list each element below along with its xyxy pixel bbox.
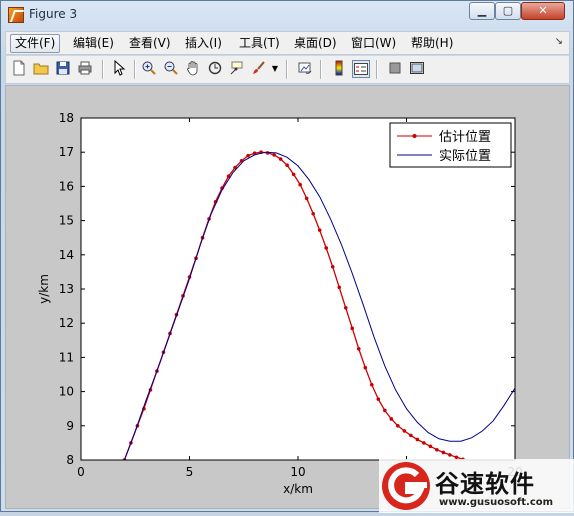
open-folder-icon[interactable] — [32, 60, 50, 78]
series-point — [435, 447, 439, 452]
series-point — [448, 453, 452, 457]
series-point — [441, 450, 446, 455]
colorbar-icon[interactable] — [330, 60, 348, 78]
plot-area — [81, 118, 515, 460]
series-point — [363, 365, 368, 370]
series-point — [285, 163, 289, 167]
toolbar-separator — [134, 60, 136, 79]
y-tick-label: 10 — [59, 385, 74, 399]
print-icon[interactable] — [76, 60, 94, 78]
save-icon[interactable] — [54, 60, 72, 78]
series-point — [291, 172, 296, 177]
series-point — [278, 157, 283, 161]
menu-tools[interactable]: 工具(T) — [235, 35, 284, 52]
close-button[interactable]: ✕ — [521, 2, 565, 20]
series-point — [389, 417, 394, 421]
menu-help[interactable]: 帮助(H) — [407, 35, 457, 52]
legend-entry: 估计位置 — [439, 130, 491, 145]
series-point — [422, 441, 426, 445]
y-tick-label: 18 — [59, 111, 74, 125]
x-tick-label: 5 — [186, 465, 194, 479]
y-tick-label: 14 — [59, 248, 74, 262]
series-point — [415, 437, 420, 442]
y-tick-label: 17 — [59, 145, 74, 159]
menu-view[interactable]: 查看(V) — [125, 35, 175, 52]
y-tick-label: 16 — [59, 179, 74, 193]
figure-canvas: 0510152089101112131415161718x/kmy/km估计位置… — [5, 85, 570, 509]
toolbar-separator — [376, 60, 378, 79]
figure-window: Figure 3 ▁ ▢ ✕ 文件(F) 编辑(E) 查看(V) 插入(I) 工… — [0, 0, 574, 513]
window-title: Figure 3 — [29, 7, 78, 21]
rotate-3d-icon[interactable] — [206, 60, 224, 78]
plot-svg: 0510152089101112131415161718x/kmy/km估计位置… — [37, 111, 523, 496]
legend-entry: 实际位置 — [439, 149, 491, 164]
menu-window[interactable]: 窗口(W) — [347, 35, 400, 52]
y-tick-label: 12 — [59, 316, 74, 330]
legend-icon[interactable] — [352, 60, 370, 78]
x-axis-label: x/km — [283, 482, 313, 496]
new-file-icon[interactable] — [10, 60, 28, 78]
zoom-in-icon[interactable] — [140, 60, 158, 78]
y-tick-label: 13 — [59, 282, 74, 296]
brush-icon[interactable] — [250, 60, 268, 78]
series-point — [376, 397, 381, 401]
watermark-logo: 谷速软件 www.gusuosoft.com — [379, 459, 574, 513]
y-axis-label: y/km — [37, 274, 51, 304]
pan-hand-icon[interactable] — [184, 60, 202, 78]
title-bar[interactable]: Figure 3 ▁ ▢ ✕ — [1, 1, 573, 29]
series-point — [298, 182, 302, 187]
toolbar-separator — [320, 60, 322, 79]
pointer-icon[interactable] — [110, 59, 128, 78]
series-point — [350, 326, 355, 331]
series-point — [428, 444, 433, 449]
y-tick-label: 9 — [66, 419, 74, 433]
series-point — [356, 347, 361, 351]
y-tick-label: 15 — [59, 214, 74, 228]
y-tick-label: 8 — [66, 453, 74, 467]
series-point — [330, 264, 335, 269]
series-point — [317, 228, 322, 232]
menu-insert[interactable]: 插入(I) — [181, 35, 226, 52]
maximize-button[interactable]: ▢ — [495, 2, 521, 20]
series-point — [311, 211, 315, 216]
series-point — [304, 196, 309, 201]
series-point — [272, 153, 276, 157]
series-point — [343, 306, 348, 310]
watermark-url: www.gusuosoft.com — [439, 497, 554, 508]
y-tick-label: 11 — [59, 350, 74, 364]
menu-bar: 文件(F) 编辑(E) 查看(V) 插入(I) 工具(T) 桌面(D) 窗口(W… — [5, 31, 570, 55]
show-plot-tools-icon[interactable] — [408, 60, 426, 78]
series-point — [402, 429, 407, 433]
zoom-out-icon[interactable] — [162, 60, 180, 78]
series-point — [337, 285, 342, 290]
series-point — [369, 382, 374, 387]
menu-file[interactable]: 文件(F) — [10, 34, 61, 53]
series-point — [383, 408, 387, 413]
data-cursor-icon[interactable] — [228, 60, 246, 78]
legend-marker — [412, 134, 417, 138]
series-point — [246, 153, 250, 158]
matlab-icon — [8, 7, 24, 23]
toolbar-separator — [286, 60, 288, 79]
x-tick-label: 10 — [290, 465, 305, 479]
menu-edit[interactable]: 编辑(E) — [69, 35, 118, 52]
link-plot-icon[interactable] — [296, 60, 314, 78]
menu-desktop[interactable]: 桌面(D) — [290, 35, 341, 52]
menu-overflow-icon[interactable]: ↘ — [555, 36, 563, 47]
series-point — [409, 433, 413, 438]
series-point — [324, 246, 329, 250]
series-point — [396, 424, 400, 428]
toolbar-separator — [102, 60, 104, 79]
minimize-button[interactable]: ▁ — [469, 2, 495, 20]
x-tick-label: 0 — [77, 465, 85, 479]
hide-plot-tools-icon[interactable] — [386, 60, 404, 78]
watermark-brand: 谷速软件 — [435, 470, 535, 498]
figure-toolbar: ▼ — [5, 56, 570, 84]
brush-dropdown-icon[interactable]: ▼ — [270, 60, 280, 78]
